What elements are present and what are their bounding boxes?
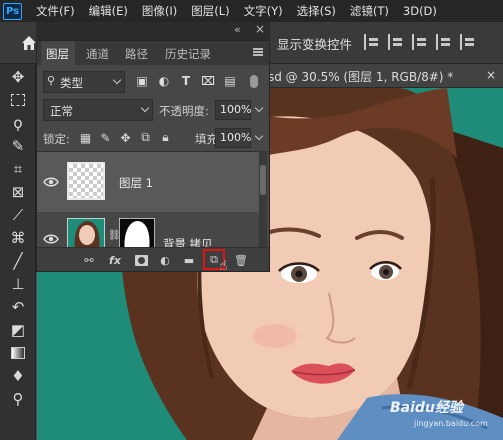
blend-mode-select[interactable]: 正常 [43,99,153,121]
layer-row-layer1[interactable]: 图层 1 [37,152,259,212]
layer-filter-row: ⚲ 类型 ▣ ◐ T ⌧ ▤ [43,71,263,93]
group-folder-icon[interactable]: ▬ [181,252,197,268]
frame-tool-icon[interactable]: ⊠ [8,182,28,202]
blend-mode-label: 正常 [50,104,73,118]
filter-type-label: 类型 [60,76,83,90]
menu-image[interactable]: 图像(I) [142,3,177,19]
lock-artboard-icon[interactable]: ⧉ [139,130,152,144]
quick-select-tool-icon[interactable]: ✎ [8,136,28,156]
chevron-down-icon[interactable] [254,103,264,113]
eye-icon[interactable] [43,177,59,187]
layer-mask-thumbnail[interactable] [119,218,155,248]
panel-tabs: 图层 通道 路径 历史记录 [37,41,269,65]
layers-scrollbar[interactable] [259,151,267,247]
layer-row-background-copy[interactable]: ⛓︎ 背景 拷贝 [37,214,259,248]
trash-icon[interactable]: 🗑︎ [233,252,249,268]
document-title: sd @ 30.5% (图层 1, RGB/8#) * [268,70,454,84]
move-tool-icon[interactable]: ✥ [8,67,28,87]
panel-collapse-icon[interactable]: « [234,23,241,36]
lock-position-icon[interactable]: ✥ [119,131,132,145]
photoshop-logo: Ps [3,2,22,20]
menu-3d[interactable]: 3D(D) [403,4,437,18]
tab-history[interactable]: 历史记录 [165,46,211,62]
search-icon: ⚲ [47,74,56,87]
gradient-tool-icon[interactable] [8,343,28,363]
tools-panel: ✥ ϙ ✎ ⌗ ⊠ ⟋ ⌘ ╱ ⊥ ↶ ◩ ♦ ⚲ [0,64,36,440]
crop-tool-icon[interactable]: ⌗ [8,159,28,179]
add-mask-icon[interactable] [133,252,149,268]
smart-object-filter-icon[interactable]: ▤ [223,74,237,88]
healing-brush-tool-icon[interactable]: ⌘ [8,228,28,248]
lock-all-icon[interactable]: 🔒︎ [159,130,172,144]
fill-field[interactable]: 100% [215,128,251,148]
history-brush-tool-icon[interactable]: ↶ [8,297,28,317]
filter-toggle-icon[interactable] [250,75,258,88]
layers-panel: 图层 通道 路径 历史记录 ⚲ 类型 ▣ ◐ T ⌧ ▤ 正常 不透明度: 10… [36,40,270,274]
eraser-tool-icon[interactable]: ◩ [8,320,28,340]
layer-thumbnail [67,218,105,248]
align-center-icon[interactable] [388,34,404,50]
marquee-tool-icon[interactable] [8,90,28,110]
show-transform-controls-label[interactable]: 显示变换控件 [277,34,352,53]
lock-transparent-icon[interactable]: ▦ [79,131,92,145]
menu-file[interactable]: 文件(F) [36,3,75,19]
align-icons-group [364,34,476,50]
layer-name[interactable]: 图层 1 [119,175,153,191]
link-layers-icon[interactable]: ⚯ [81,252,97,268]
lock-label: 锁定: [43,132,70,146]
menu-type[interactable]: 文字(Y) [244,3,283,19]
shape-filter-icon[interactable]: ⌧ [201,74,215,88]
watermark-url: jingyan.baidu.com [414,419,488,428]
scroll-thumb[interactable] [260,165,266,195]
menu-edit[interactable]: 编辑(E) [89,3,128,19]
filter-type-select[interactable]: ⚲ 类型 [43,71,125,93]
menu-bar: Ps 文件(F) 编辑(E) 图像(I) 图层(L) 文字(Y) 选择(S) 滤… [0,0,503,22]
eyedropper-tool-icon[interactable]: ⟋ [8,205,28,225]
tab-layers[interactable]: 图层 [46,46,69,62]
lock-row: 锁定: ▦ ✎ ✥ ⧉ 🔒︎ 填充: 100% [43,127,265,149]
menu-layer[interactable]: 图层(L) [191,3,229,19]
fx-icon[interactable]: fx [107,252,123,268]
eye-icon[interactable] [43,234,59,244]
panel-menu-icon[interactable] [253,48,263,56]
adjustment-filter-icon[interactable]: ◐ [157,74,171,88]
image-filter-icon[interactable]: ▣ [135,74,149,88]
document-tab[interactable]: sd @ 30.5% (图层 1, RGB/8#) * × [268,64,503,88]
align-middle-icon[interactable] [460,34,476,50]
watermark: Baidu经验 [390,400,463,416]
adjustment-layer-icon[interactable]: ◐ [157,252,173,268]
document-close-icon[interactable]: × [486,68,496,82]
chevron-down-icon [112,75,122,85]
chevron-down-icon[interactable] [254,131,264,141]
chevron-down-icon [140,103,150,113]
align-left-icon[interactable] [364,34,380,50]
align-right-icon[interactable] [412,34,428,50]
type-filter-icon[interactable]: T [179,74,193,88]
layers-bottom-bar: ⚯ fx ◐ ▬ ⧉ ☝ 🗑︎ [37,247,269,274]
panel-header-strip: « × [36,22,270,40]
menu-filter[interactable]: 滤镜(T) [350,3,389,19]
opacity-label: 不透明度: [159,104,209,118]
tab-channels[interactable]: 通道 [86,46,109,62]
blend-row: 正常 不透明度: 100% [43,99,265,121]
align-top-icon[interactable] [436,34,452,50]
lasso-tool-icon[interactable]: ϙ [8,113,28,133]
dodge-tool-icon[interactable]: ⚲ [8,389,28,409]
cursor-hand-icon: ☝ [219,258,228,274]
opacity-field[interactable]: 100% [215,100,251,120]
menu-select[interactable]: 选择(S) [297,3,336,19]
panel-close-icon[interactable]: × [255,22,265,36]
brush-tool-icon[interactable]: ╱ [8,251,28,271]
lock-image-icon[interactable]: ✎ [99,131,112,145]
tab-paths[interactable]: 路径 [125,46,148,62]
layer-thumbnail [67,162,105,200]
clone-stamp-tool-icon[interactable]: ⊥ [8,274,28,294]
blur-tool-icon[interactable]: ♦ [8,366,28,386]
layers-list: 图层 1 ⛓︎ 背景 拷贝 [37,151,269,248]
